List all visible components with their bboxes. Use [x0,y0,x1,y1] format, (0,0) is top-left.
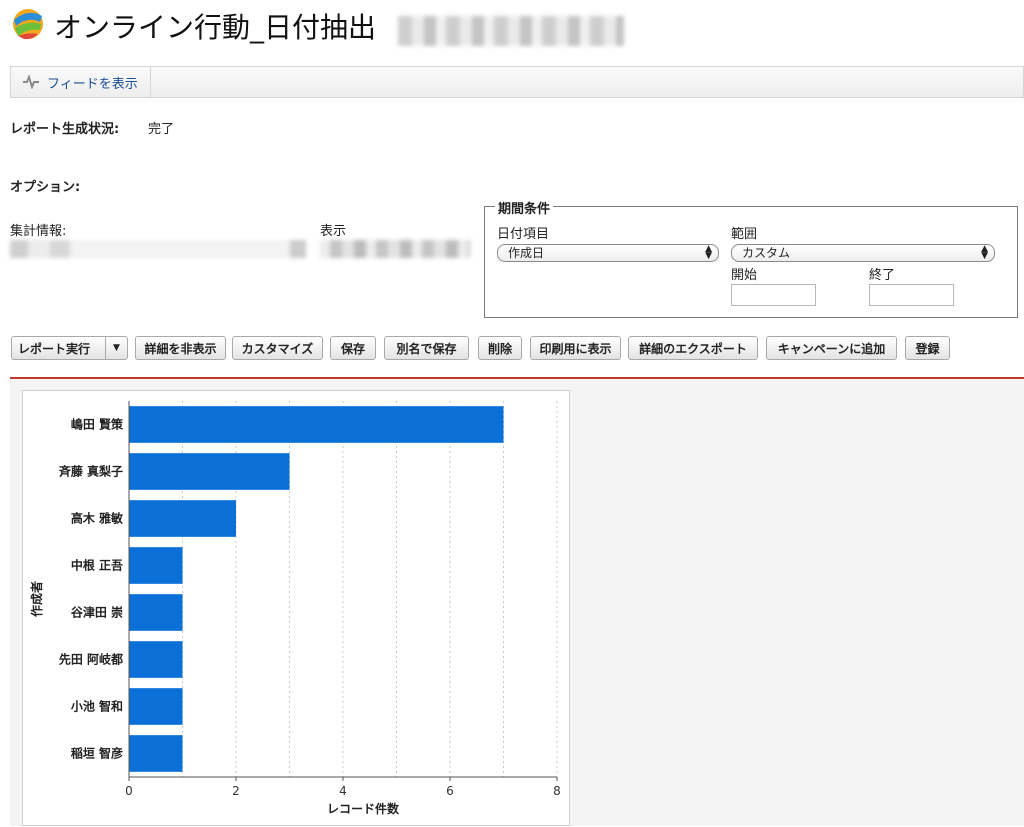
add-to-campaign-button[interactable]: キャンペーンに追加 [766,336,897,360]
select-arrows-icon: ▲ ▼ [705,244,712,261]
feed-icon [23,75,39,89]
bar[interactable] [129,500,236,537]
save-as-button[interactable]: 別名で保存 [384,336,469,360]
category-label: 小池 智和 [71,699,123,714]
options-label: オプション: [10,180,81,195]
bar[interactable] [129,735,183,772]
end-date-input[interactable] [869,284,954,306]
date-field-value: 作成日 [508,246,545,260]
category-label: 斉藤 真梨子 [59,464,123,479]
x-tick-label: 6 [446,784,454,798]
date-field-label: 日付項目 [497,227,550,242]
category-label: 先田 阿岐都 [59,652,123,667]
display-label: 表示 [320,224,347,239]
chart-frame: 嶋田 賢策斉藤 真梨子高木 雅敏中根 正吾谷津田 崇先田 阿岐都小池 智和稲垣 … [22,390,570,826]
x-tick-label: 0 [125,784,133,798]
category-label: 嶋田 賢策 [71,417,124,432]
bar-chart: 嶋田 賢策斉藤 真梨子高木 雅敏中根 正吾谷津田 崇先田 阿岐都小池 智和稲垣 … [29,401,561,816]
range-label: 範囲 [731,227,758,242]
app-logo-icon [13,9,43,40]
range-value: カスタム [742,246,791,260]
bar[interactable] [129,453,290,490]
redacted-title-suffix [398,16,624,46]
bar[interactable] [129,406,504,443]
category-label: 高木 雅敏 [71,511,124,526]
x-tick-label: 8 [553,784,561,798]
date-field-select[interactable]: 作成日 ▲ ▼ [497,244,719,262]
printable-view-button[interactable]: 印刷用に表示 [530,336,621,360]
category-label: 稲垣 智彦 [71,746,123,761]
run-report-button[interactable]: レポート実行 ▼ [11,336,128,360]
summary-info-select[interactable] [10,240,306,258]
y-axis-title: 作成者 [29,581,44,617]
summary-info-label: 集計情報: [10,224,67,239]
bar[interactable] [129,547,183,584]
show-feed-button[interactable]: フィードを表示 [11,67,151,97]
run-report-label: レポート実行 [18,341,91,356]
start-date-input[interactable] [731,284,816,306]
period-conditions-legend: 期間条件 [495,198,554,217]
x-tick-label: 4 [339,784,347,798]
delete-button[interactable]: 削除 [478,336,522,360]
bar[interactable] [129,594,183,631]
feed-toolbar: フィードを表示 [10,66,1024,98]
bar[interactable] [129,688,183,725]
subscribe-button[interactable]: 登録 [905,336,950,360]
end-date-label: 終了 [869,268,896,283]
report-status-label: レポート生成状況: [10,122,120,137]
report-status-value: 完了 [148,122,175,137]
page-title: オンライン行動_日付抽出 [54,11,377,44]
x-axis-title: レコード件数 [327,801,400,816]
category-label: 谷津田 崇 [71,605,123,620]
category-label: 中根 正吾 [71,558,123,573]
customize-button[interactable]: カスタマイズ [232,336,323,360]
period-conditions-fieldset: 期間条件 日付項目 作成日 ▲ ▼ 範囲 カスタム ▲ ▼ 開始 終了 [484,198,1018,318]
show-feed-label: フィードを表示 [47,76,138,92]
hide-details-button[interactable]: 詳細を非表示 [135,336,226,360]
save-button[interactable]: 保存 [330,336,376,360]
select-arrows-icon: ▲ ▼ [981,244,988,261]
display-select[interactable] [320,240,470,258]
run-report-dropdown-icon[interactable]: ▼ [105,337,127,359]
range-select[interactable]: カスタム ▲ ▼ [731,244,995,262]
bar[interactable] [129,641,183,678]
x-tick-label: 2 [232,784,240,798]
export-details-button[interactable]: 詳細のエクスポート [628,336,758,360]
start-date-label: 開始 [731,268,758,283]
